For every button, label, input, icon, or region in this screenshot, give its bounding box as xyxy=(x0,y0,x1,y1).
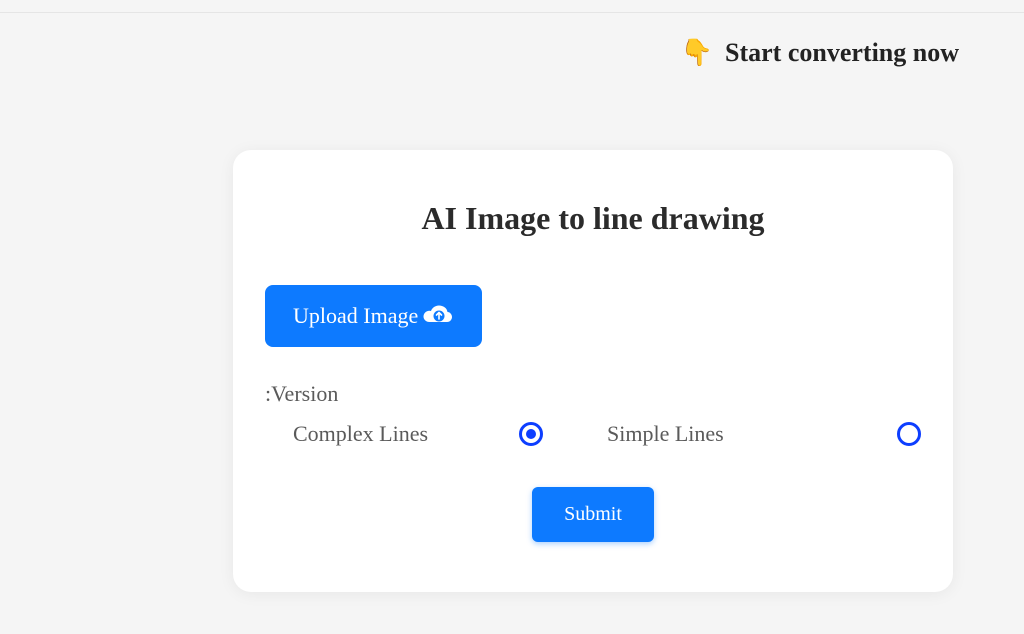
converter-card: AI Image to line drawing Upload Image :V… xyxy=(233,150,953,592)
cta-text: Start converting now xyxy=(725,38,959,68)
cta-banner: 👇 Start converting now xyxy=(681,38,959,68)
submit-button[interactable]: Submit xyxy=(532,487,654,542)
pointing-down-icon: 👇 xyxy=(681,40,713,66)
radio-complex[interactable] xyxy=(519,422,543,446)
upload-button-label: Upload Image xyxy=(293,303,418,329)
cloud-upload-icon xyxy=(422,304,454,328)
radio-option-complex: Complex Lines xyxy=(293,421,607,447)
radio-option-simple: Simple Lines xyxy=(607,421,921,447)
radio-simple[interactable] xyxy=(897,422,921,446)
card-title: AI Image to line drawing xyxy=(265,200,921,237)
radio-label-simple: Simple Lines xyxy=(607,421,724,447)
radio-label-complex: Complex Lines xyxy=(293,421,428,447)
version-label: :Version xyxy=(265,381,921,407)
upload-image-button[interactable]: Upload Image xyxy=(265,285,482,347)
submit-wrapper: Submit xyxy=(265,487,921,542)
version-radio-group: Complex Lines Simple Lines xyxy=(265,421,921,447)
divider xyxy=(0,12,1024,13)
radio-selected-dot xyxy=(526,429,536,439)
